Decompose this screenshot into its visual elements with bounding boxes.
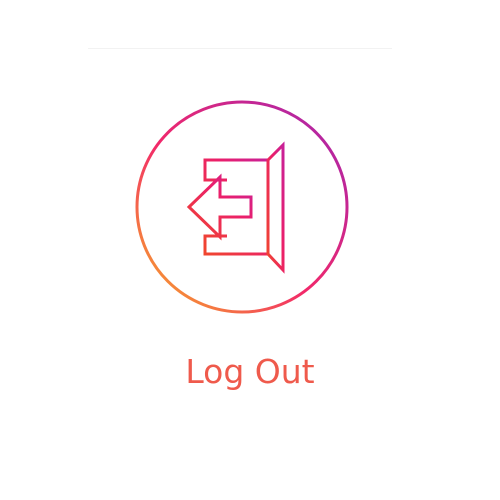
logout-icon[interactable]	[133, 100, 351, 318]
door-leaf	[266, 141, 285, 274]
logout-screen: Log Out	[0, 0, 500, 500]
door-frame	[203, 158, 270, 256]
logout-label: Log Out	[185, 352, 315, 391]
logout-door-arrow-icon	[135, 100, 349, 314]
icon-ring	[135, 100, 349, 314]
top-divider	[88, 48, 392, 49]
exit-arrow	[186, 173, 253, 241]
logout-button[interactable]: Log Out	[100, 90, 400, 400]
